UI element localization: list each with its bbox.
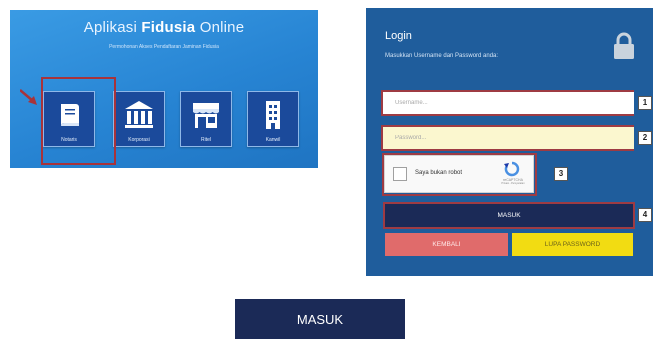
password-input[interactable] <box>381 125 634 151</box>
step-badge-1: 1 <box>638 96 652 110</box>
tile-korporasi[interactable]: Korporasi <box>113 91 165 147</box>
username-input[interactable] <box>381 90 634 116</box>
app-title-bold: Fidusia <box>141 19 196 36</box>
step-badge-2: 2 <box>638 131 652 145</box>
step-badge-3: 3 <box>554 167 568 181</box>
tile-ritel[interactable]: Ritel <box>180 91 232 147</box>
login-subtitle: Masukkan Username dan Password anda: <box>385 53 499 59</box>
login-panel: Login Masukkan Username dan Password and… <box>366 8 653 276</box>
masuk-highlight-box <box>383 202 635 229</box>
tile-label-korporasi: Korporasi <box>128 137 150 143</box>
office-building-icon <box>266 101 280 129</box>
login-title: Login <box>385 30 412 42</box>
tile-kanwil[interactable]: Kanwil <box>247 91 299 147</box>
app-title-suffix: Online <box>199 19 245 36</box>
lupa-password-button[interactable]: LUPA PASSWORD <box>512 233 633 256</box>
storefront-icon <box>193 103 219 128</box>
masuk-button-zoomed[interactable]: MASUK <box>235 299 405 339</box>
step-badge-4: 4 <box>638 208 652 222</box>
app-title-prefix: Aplikasi <box>83 19 138 36</box>
notaris-highlight-box <box>41 77 116 165</box>
tile-label-kanwil: Kanwil <box>265 137 281 143</box>
fidusia-app-panel: Aplikasi Fidusia Online Permohonan Akses… <box>10 10 318 168</box>
app-title: Aplikasi Fidusia Online <box>10 19 318 36</box>
recaptcha-highlight-box <box>382 153 537 196</box>
building-columns-icon <box>125 101 153 128</box>
pointer-arrow-icon <box>20 89 37 105</box>
app-subtitle: Permohonan Akses Pendaftaran Jaminan Fid… <box>109 44 219 50</box>
lock-icon <box>614 32 634 59</box>
tile-label-ritel: Ritel <box>200 137 211 143</box>
kembali-button[interactable]: KEMBALI <box>385 233 508 256</box>
